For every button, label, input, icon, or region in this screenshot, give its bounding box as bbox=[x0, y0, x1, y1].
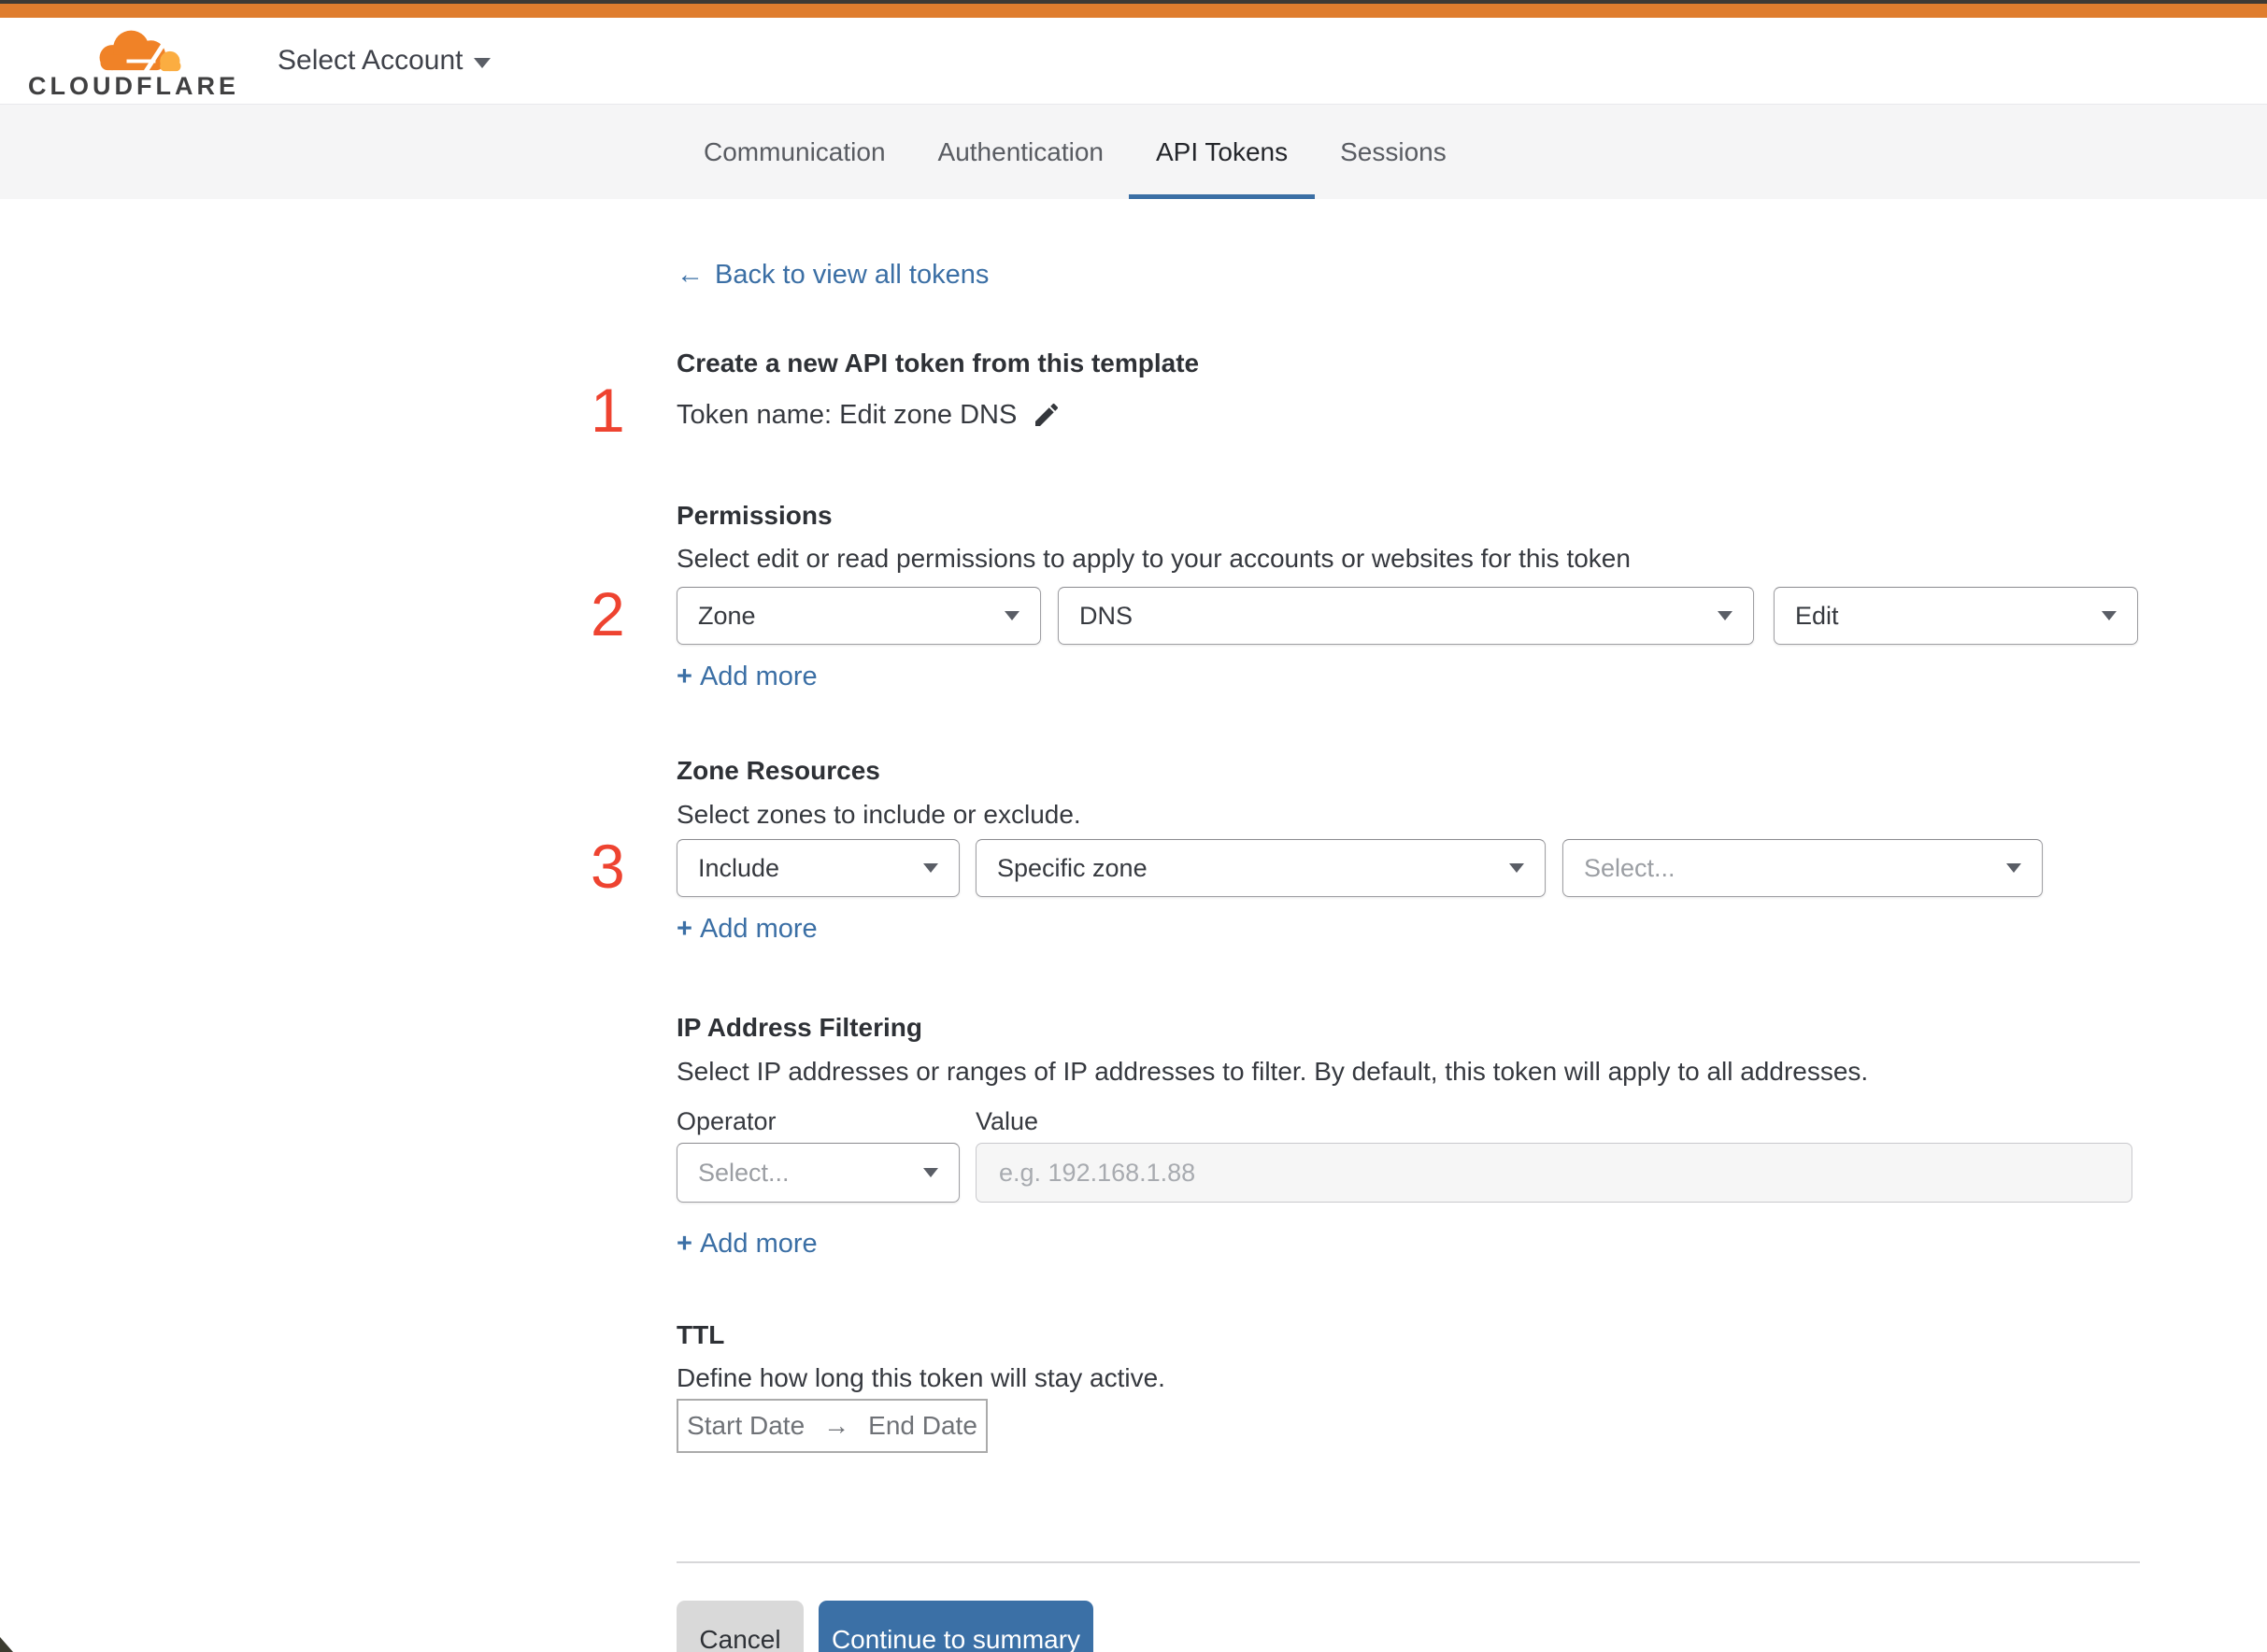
zone-resources-row: 3 Include Specific zone Select... bbox=[591, 835, 2140, 897]
ttl-date-range-picker[interactable]: Start Date → End Date bbox=[677, 1399, 988, 1453]
zone-resources-add-more-link[interactable]: + Add more bbox=[677, 912, 818, 946]
back-to-tokens-link[interactable]: ← Back to view all tokens bbox=[677, 260, 989, 291]
zone-picker-select[interactable]: Select... bbox=[1562, 839, 2043, 897]
step-2-marker: 2 bbox=[591, 579, 625, 648]
permissions-heading: Permissions bbox=[677, 501, 833, 530]
dropdown-caret-icon bbox=[923, 1168, 938, 1177]
ttl-description: Define how long this token will stay act… bbox=[677, 1363, 1165, 1392]
token-name-row: 1 Token name: Edit zone DNS bbox=[591, 379, 2140, 441]
plus-icon: + bbox=[677, 1228, 692, 1259]
page-title: Create a new API token from this templat… bbox=[677, 349, 1200, 377]
ip-filtering-row: Select... bbox=[677, 1143, 2140, 1203]
cloudflare-wordmark: CLOUDFLARE bbox=[28, 71, 239, 100]
cancel-button[interactable]: Cancel bbox=[677, 1601, 804, 1652]
main-content: ← Back to view all tokens Create a new A… bbox=[591, 199, 2140, 1652]
ip-filtering-labels: Operator Value bbox=[677, 1107, 2140, 1139]
zone-type-select[interactable]: Specific zone bbox=[976, 839, 1546, 897]
token-name-text: Token name: Edit zone DNS bbox=[677, 399, 1018, 430]
ip-filtering-add-more-link[interactable]: + Add more bbox=[677, 1227, 818, 1260]
ip-operator-select[interactable]: Select... bbox=[677, 1143, 960, 1203]
ip-filtering-description: Select IP addresses or ranges of IP addr… bbox=[677, 1057, 1869, 1086]
end-date-label: End Date bbox=[868, 1411, 977, 1440]
tab-api-tokens[interactable]: API Tokens bbox=[1128, 105, 1316, 199]
back-arrow-icon: ← bbox=[677, 260, 704, 290]
ip-filtering-heading: IP Address Filtering bbox=[677, 1013, 922, 1042]
dropdown-caret-icon bbox=[923, 863, 938, 873]
permissions-description: Select edit or read permissions to apply… bbox=[677, 544, 1631, 573]
footer-divider bbox=[677, 1561, 2140, 1563]
tab-authentication[interactable]: Authentication bbox=[938, 105, 1104, 199]
chevron-down-icon bbox=[474, 57, 492, 68]
ip-value-input[interactable] bbox=[976, 1143, 2132, 1203]
cutoff-widget-fragment bbox=[0, 1637, 13, 1652]
cloudflare-logo: CLOUDFLARE bbox=[28, 21, 235, 101]
dropdown-caret-icon bbox=[2102, 611, 2117, 620]
edit-pencil-icon[interactable] bbox=[1032, 400, 1062, 430]
permission-access-select[interactable]: Edit bbox=[1774, 587, 2138, 645]
tab-sessions[interactable]: Sessions bbox=[1340, 105, 1447, 199]
zone-include-select[interactable]: Include bbox=[677, 839, 960, 897]
dropdown-caret-icon bbox=[1718, 611, 1732, 620]
permissions-add-more-link[interactable]: + Add more bbox=[677, 660, 818, 693]
value-label: Value bbox=[976, 1107, 1039, 1135]
dropdown-caret-icon bbox=[2006, 863, 2021, 873]
operator-label: Operator bbox=[677, 1107, 777, 1135]
cloudflare-cloud-icon bbox=[99, 30, 181, 74]
permission-scope-select[interactable]: Zone bbox=[677, 587, 1041, 645]
step-1-marker: 1 bbox=[591, 376, 625, 445]
step-3-marker: 3 bbox=[591, 832, 625, 901]
permissions-row: 2 Zone DNS Edit bbox=[591, 583, 2140, 645]
tab-communication[interactable]: Communication bbox=[704, 105, 886, 199]
ttl-heading: TTL bbox=[677, 1320, 725, 1349]
app-header: CLOUDFLARE Select Account bbox=[0, 18, 2267, 105]
plus-icon: + bbox=[677, 913, 692, 944]
zone-resources-heading: Zone Resources bbox=[677, 756, 880, 785]
dropdown-caret-icon bbox=[1509, 863, 1524, 873]
footer-actions: Cancel Continue to summary bbox=[677, 1601, 2140, 1652]
account-selector[interactable]: Select Account bbox=[278, 45, 492, 77]
permission-resource-select[interactable]: DNS bbox=[1058, 587, 1754, 645]
right-arrow-icon: → bbox=[823, 1411, 850, 1440]
start-date-label: Start Date bbox=[687, 1411, 806, 1440]
account-selector-label: Select Account bbox=[278, 45, 463, 76]
zone-resources-description: Select zones to include or exclude. bbox=[677, 800, 1081, 829]
plus-icon: + bbox=[677, 661, 692, 691]
continue-to-summary-button[interactable]: Continue to summary bbox=[819, 1601, 1093, 1652]
tab-bar: Communication Authentication API Tokens … bbox=[0, 105, 2267, 199]
dropdown-caret-icon bbox=[1005, 611, 1019, 620]
top-orange-strip bbox=[0, 4, 2267, 18]
back-link-label: Back to view all tokens bbox=[715, 260, 990, 290]
